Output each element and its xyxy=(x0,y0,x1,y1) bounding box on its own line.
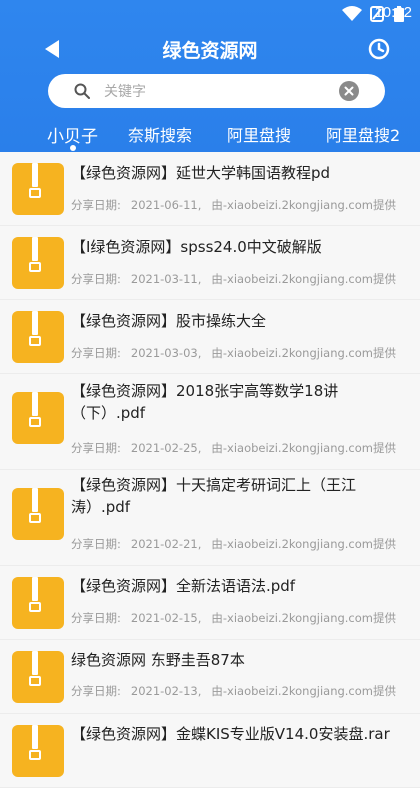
zip-file-icon xyxy=(12,725,64,777)
date-label: 分享日期: xyxy=(71,537,121,551)
item-title: 【绿色资源网】十天搞定考研词汇上（王江涛）.pdf xyxy=(71,476,357,516)
item-title: 【绿色资源网】股市操练大全 xyxy=(71,312,267,330)
wifi-icon xyxy=(342,6,362,21)
list-item[interactable]: 【I绿色资源网】spss24.0中文破解版 分享日期: 2021-03-11, 由-… xyxy=(0,226,420,300)
share-date: 2021-02-25, xyxy=(130,441,202,455)
tab-alipansou[interactable]: 阿里盘搜 xyxy=(227,122,291,146)
source-text: 由-xiaobeizi.2kongjiang.com提供 xyxy=(211,684,396,698)
app-header: 10:32 绿色资源网 小贝子 奈斯搜索 阿里盘搜 阿里盘搜2 xyxy=(0,0,420,152)
source-text: 由-xiaobeizi.2kongjiang.com提供 xyxy=(211,198,396,212)
zip-file-icon xyxy=(12,163,64,215)
clock-icon xyxy=(368,38,390,60)
page-title: 绿色资源网 xyxy=(162,40,258,62)
status-time: 10:32 xyxy=(374,4,412,21)
date-label: 分享日期: xyxy=(71,346,121,360)
item-title: 【绿色资源网】全新法语语法.pdf xyxy=(71,577,296,595)
status-bar: 10:32 xyxy=(0,0,420,28)
source-text: 由-xiaobeizi.2kongjiang.com提供 xyxy=(211,441,396,455)
tab-xiaobeizi[interactable]: 小贝子 xyxy=(47,122,98,147)
zip-file-icon xyxy=(12,392,64,444)
share-date: 2021-02-13, xyxy=(130,684,202,698)
list-item[interactable]: 绿色资源网 东野圭吾87本 分享日期: 2021-02-13, 由-xiaobeiz… xyxy=(0,640,420,714)
item-meta: 分享日期: 2021-02-15, 由-xiaobeizi.2kongjiang.c… xyxy=(71,610,416,626)
tab-alipansou-2[interactable]: 阿里盘搜2 xyxy=(326,122,400,146)
zip-file-icon xyxy=(12,311,64,363)
item-title: 绿色资源网 东野圭吾87本 xyxy=(71,651,245,669)
list-item[interactable]: 【绿色资源网】股市操练大全 分享日期: 2021-03-03, 由-xiaobeiz… xyxy=(0,300,420,374)
list-item[interactable]: 【绿色资源网】十天搞定考研词汇上（王江涛）.pdf 分享日期: 2021-02-2… xyxy=(0,470,420,566)
zip-file-icon xyxy=(12,577,64,629)
item-meta: 分享日期: 2021-03-11, 由-xiaobeizi.2kongjiang.c… xyxy=(71,271,416,287)
share-date: 2021-02-15, xyxy=(130,611,202,625)
list-item[interactable]: 【绿色资源网】延世大学韩国语教程pd 分享日期: 2021-06-11, 由-xia… xyxy=(0,152,420,226)
history-button[interactable] xyxy=(364,34,394,64)
item-title: 【绿色资源网】2018张宇高等数学18讲（下）.pdf xyxy=(71,382,339,422)
clear-icon[interactable] xyxy=(339,81,359,101)
share-date: 2021-03-03, xyxy=(130,346,202,360)
tab-naisi[interactable]: 奈斯搜索 xyxy=(128,122,192,146)
item-meta: 分享日期: 2021-02-25, 由-xiaobeizi.2kongjiang.c… xyxy=(71,440,416,456)
date-label: 分享日期: xyxy=(71,611,121,625)
item-meta: 分享日期: 2021-02-21, 由-xiaobeizi.2kongjiang.c… xyxy=(71,536,416,552)
search-icon xyxy=(74,83,90,99)
share-date: 2021-02-21, xyxy=(130,537,202,551)
date-label: 分享日期: xyxy=(71,272,121,286)
item-title: 【I绿色资源网】spss24.0中文破解版 xyxy=(71,238,322,256)
list-item[interactable]: 【绿色资源网】金蝶KIS专业版V14.0安装盘.rar xyxy=(0,714,420,788)
title-bar: 绿色资源网 xyxy=(0,28,420,70)
search-input[interactable] xyxy=(102,80,326,104)
item-meta: 分享日期: 2021-06-11, 由-xiaobeizi.2kongjiang.c… xyxy=(71,197,416,213)
share-date: 2021-06-11, xyxy=(130,198,202,212)
source-text: 由-xiaobeizi.2kongjiang.com提供 xyxy=(211,346,396,360)
result-list: 【绿色资源网】延世大学韩国语教程pd 分享日期: 2021-06-11, 由-xia… xyxy=(0,152,420,788)
source-tabs: 小贝子 奈斯搜索 阿里盘搜 阿里盘搜2 xyxy=(0,118,420,152)
search-bar[interactable] xyxy=(48,74,385,108)
date-label: 分享日期: xyxy=(71,198,121,212)
zip-file-icon xyxy=(12,237,64,289)
source-text: 由-xiaobeizi.2kongjiang.com提供 xyxy=(211,272,396,286)
source-text: 由-xiaobeizi.2kongjiang.com提供 xyxy=(211,611,396,625)
item-meta: 分享日期: 2021-03-03, 由-xiaobeizi.2kongjiang.c… xyxy=(71,345,416,361)
zip-file-icon xyxy=(12,488,64,540)
item-meta: 分享日期: 2021-02-13, 由-xiaobeizi.2kongjiang.c… xyxy=(71,683,416,699)
zip-file-icon xyxy=(12,651,64,703)
share-date: 2021-03-11, xyxy=(130,272,202,286)
source-text: 由-xiaobeizi.2kongjiang.com提供 xyxy=(211,537,396,551)
active-tab-indicator xyxy=(70,145,76,151)
item-title: 【绿色资源网】延世大学韩国语教程pd xyxy=(71,164,331,182)
list-item[interactable]: 【绿色资源网】2018张宇高等数学18讲（下）.pdf 分享日期: 2021-02… xyxy=(0,374,420,470)
date-label: 分享日期: xyxy=(71,441,121,455)
list-item[interactable]: 【绿色资源网】全新法语语法.pdf 分享日期: 2021-02-15, 由-xiao… xyxy=(0,566,420,640)
date-label: 分享日期: xyxy=(71,684,121,698)
